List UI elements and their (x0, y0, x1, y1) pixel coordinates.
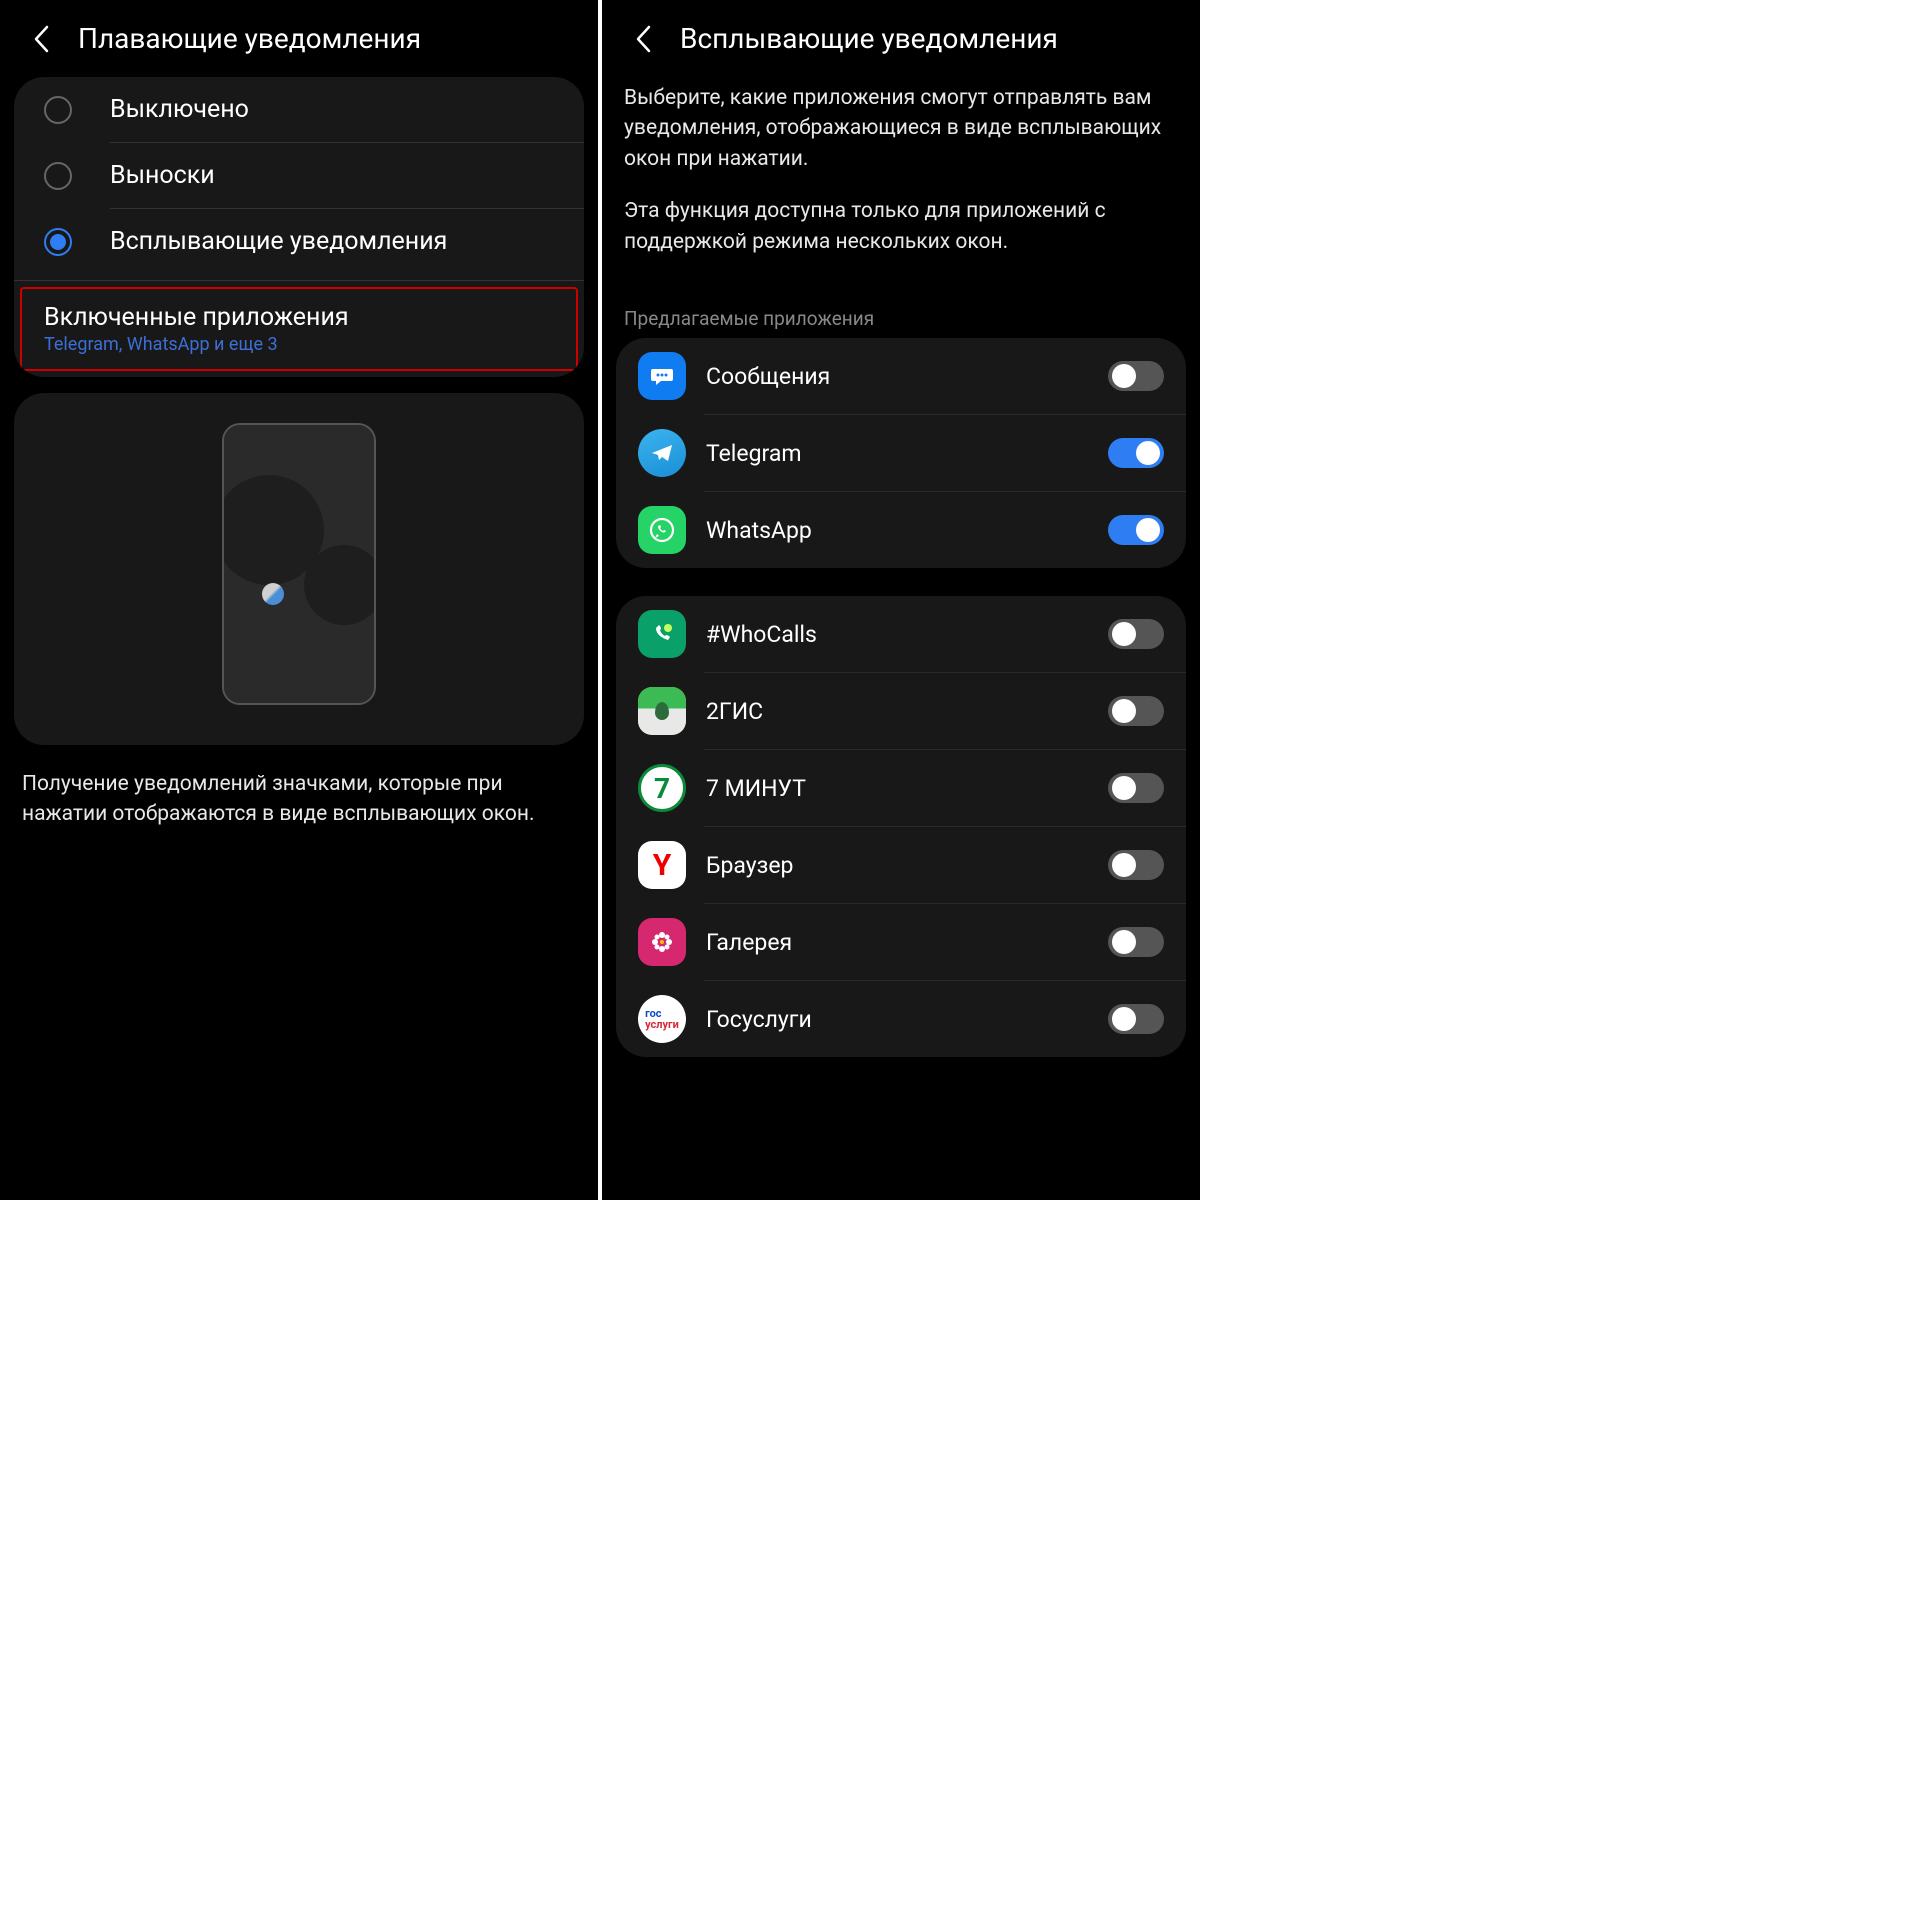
messages-icon (638, 352, 686, 400)
radio-icon (44, 96, 72, 124)
whatsapp-icon (638, 506, 686, 554)
screen-popup-notifications: Всплывающие уведомления Выберите, какие … (600, 0, 1200, 1200)
preview-card (14, 393, 584, 745)
app-row-whocalls[interactable]: #WhoCalls (616, 596, 1186, 672)
bubble-icon (262, 583, 284, 605)
radio-label: Всплывающие уведомления (110, 227, 447, 256)
app-name: 7 МИНУТ (706, 775, 1088, 802)
screen-floating-notifications: Плавающие уведомления Выключено Выноски … (0, 0, 600, 1200)
enabled-apps-row[interactable]: Включенные приложения Telegram, WhatsApp… (20, 287, 578, 371)
suggested-apps-card: Сообщения Telegram WhatsApp (616, 338, 1186, 568)
back-button[interactable] (26, 24, 56, 54)
app-name: Сообщения (706, 363, 1088, 390)
toggle-telegram[interactable] (1108, 438, 1164, 468)
back-icon (634, 24, 652, 54)
page-title: Всплывающие уведомления (680, 22, 1058, 55)
radio-option-callouts[interactable]: Выноски (14, 143, 584, 208)
radio-label: Выключено (110, 95, 249, 124)
intro-para-2: Эта функция доступна только для приложен… (624, 196, 1178, 257)
app-row-telegram[interactable]: Telegram (616, 415, 1186, 491)
app-name: #WhoCalls (706, 621, 1088, 648)
app-name: WhatsApp (706, 517, 1088, 544)
app-row-gosuslugi[interactable]: госуслуги Госуслуги (616, 981, 1186, 1057)
toggle-browser[interactable] (1108, 850, 1164, 880)
radio-card: Выключено Выноски Всплывающие уведомлени… (14, 77, 584, 377)
phone-preview (222, 423, 376, 705)
toggle-7min[interactable] (1108, 773, 1164, 803)
toggle-gosuslugi[interactable] (1108, 1004, 1164, 1034)
divider (14, 280, 584, 281)
2gis-icon (638, 687, 686, 735)
toggle-2gis[interactable] (1108, 696, 1164, 726)
radio-icon (44, 162, 72, 190)
toggle-whocalls[interactable] (1108, 619, 1164, 649)
app-name: Telegram (706, 440, 1088, 467)
yandex-icon: Y (638, 841, 686, 889)
app-row-gallery[interactable]: Галерея (616, 904, 1186, 980)
radio-option-off[interactable]: Выключено (14, 77, 584, 142)
all-apps-card: #WhoCalls 2ГИС 7 7 МИНУТ Y Браузер Галер… (616, 596, 1186, 1057)
app-name: Галерея (706, 929, 1088, 956)
intro-para-1: Выберите, какие приложения смогут отправ… (624, 83, 1178, 174)
toggle-messages[interactable] (1108, 361, 1164, 391)
radio-option-popup[interactable]: Всплывающие уведомления (14, 209, 584, 274)
app-name: Госуслуги (706, 1006, 1088, 1033)
whocalls-icon (638, 610, 686, 658)
back-icon (32, 24, 50, 54)
description-text: Получение уведомлений значками, которые … (0, 745, 598, 854)
app-name: 2ГИС (706, 698, 1088, 725)
enabled-apps-subtitle: Telegram, WhatsApp и еще 3 (44, 334, 552, 355)
app-row-messages[interactable]: Сообщения (616, 338, 1186, 414)
header-right: Всплывающие уведомления (602, 0, 1200, 77)
7min-icon: 7 (638, 764, 686, 812)
intro-text: Выберите, какие приложения смогут отправ… (602, 77, 1200, 297)
gallery-icon (638, 918, 686, 966)
app-row-browser[interactable]: Y Браузер (616, 827, 1186, 903)
header-left: Плавающие уведомления (0, 0, 598, 77)
gosuslugi-icon: госуслуги (638, 995, 686, 1043)
radio-label: Выноски (110, 161, 215, 190)
app-row-7min[interactable]: 7 7 МИНУТ (616, 750, 1186, 826)
app-name: Браузер (706, 852, 1088, 879)
app-row-whatsapp[interactable]: WhatsApp (616, 492, 1186, 568)
enabled-apps-title: Включенные приложения (44, 303, 552, 332)
back-button[interactable] (628, 24, 658, 54)
toggle-whatsapp[interactable] (1108, 515, 1164, 545)
radio-icon-selected (44, 228, 72, 256)
telegram-icon (638, 429, 686, 477)
section-suggested: Предлагаемые приложения (602, 297, 1200, 338)
page-title: Плавающие уведомления (78, 22, 421, 55)
app-row-2gis[interactable]: 2ГИС (616, 673, 1186, 749)
toggle-gallery[interactable] (1108, 927, 1164, 957)
